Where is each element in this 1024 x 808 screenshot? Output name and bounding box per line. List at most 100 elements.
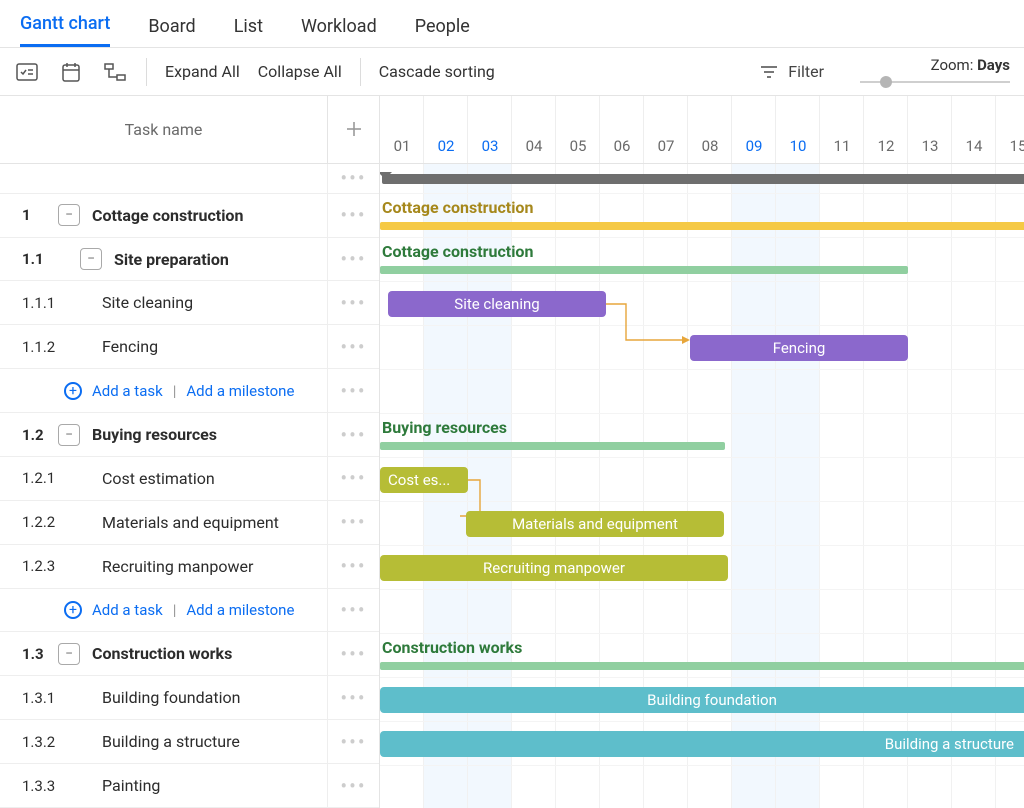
task-number: 1.3.1 [0,689,58,707]
row-more-icon[interactable]: ••• [327,720,379,763]
tab-list[interactable]: List [234,16,263,47]
collapse-toggle[interactable]: − [58,424,80,446]
gantt-chart-area[interactable]: Cottage construction Cottage constructio… [380,164,1024,808]
add-milestone-link[interactable]: Add a milestone [186,382,294,400]
day-label: 08 [688,137,732,155]
task-name: Construction works [92,644,327,663]
tab-gantt-chart[interactable]: Gantt chart [20,13,110,47]
filter-button[interactable]: Filter [760,62,824,81]
gantt-row: Fencing [380,326,1024,370]
row-more-icon[interactable]: ••• [327,501,379,544]
gantt-row: Construction works [380,634,1024,678]
task-row[interactable]: 1.3.3 Painting ••• [0,764,379,808]
task-row[interactable]: 1.2.3 Recruiting manpower ••• [0,545,379,589]
gantt-row [380,370,1024,414]
day-label: 10 [776,137,820,155]
add-task-row: + Add a task | Add a milestone ••• [0,369,379,413]
task-row[interactable]: 1.3.2 Building a structure ••• [0,720,379,764]
task-number: 1.3.3 [0,777,58,795]
task-number: 1.1 [0,250,58,268]
tab-people[interactable]: People [415,16,470,47]
plus-icon [344,119,364,139]
gantt-row [380,164,1024,194]
task-number: 1.2.3 [0,557,58,575]
summary-bar[interactable] [380,266,908,274]
toolbar: Expand All Collapse All Cascade sorting … [0,48,1024,96]
task-bar[interactable]: Fencing [690,335,908,361]
row-more-icon[interactable]: ••• [327,281,379,324]
task-row[interactable]: 1.2.2 Materials and equipment ••• [0,501,379,545]
cascade-sorting-button[interactable]: Cascade sorting [379,62,495,81]
day-label: 06 [600,137,644,155]
row-more-icon[interactable]: ••• [327,589,379,632]
zoom-label: Zoom: Days [931,56,1010,74]
hierarchy-icon[interactable] [102,59,128,85]
checklist-icon[interactable] [14,59,40,85]
row-more-icon[interactable]: ••• [327,545,379,588]
task-bar[interactable]: Building a structure [380,731,1024,757]
zoom-control: Zoom: Days [860,56,1010,88]
task-bar[interactable]: Materials and equipment [466,511,724,537]
task-number: 1.2.2 [0,513,58,531]
row-more-icon[interactable]: ••• [327,413,379,456]
task-row[interactable]: 1.1.2 Fencing ••• [0,325,379,369]
row-more-icon[interactable]: ••• [327,194,379,237]
task-row[interactable]: 1.1 − Site preparation ••• [0,238,379,282]
collapse-all-button[interactable]: Collapse All [258,62,342,81]
task-name: Buying resources [92,425,327,444]
plus-circle-icon: + [64,382,82,400]
day-label: 01 [380,137,424,155]
add-milestone-link[interactable]: Add a milestone [186,601,294,619]
zoom-slider-thumb[interactable] [880,76,892,88]
gantt-row: Cost es... [380,458,1024,502]
summary-bar[interactable] [380,662,1024,670]
task-row[interactable]: 1 − Cottage construction ••• [0,194,379,238]
task-row[interactable]: 1.3.1 Building foundation ••• [0,676,379,720]
collapse-toggle[interactable]: − [80,248,102,270]
filter-label: Filter [788,62,824,81]
task-bar[interactable]: Cost es... [380,467,468,493]
row-more-icon[interactable]: ••• [327,238,379,281]
add-column-button[interactable] [328,96,379,163]
task-number: 1.1.2 [0,338,58,356]
task-row[interactable]: 1.2.1 Cost estimation ••• [0,457,379,501]
row-more-icon[interactable]: ••• [327,676,379,719]
calendar-settings-icon[interactable] [58,59,84,85]
row-more-icon[interactable]: ••• [327,632,379,675]
row-more-icon[interactable]: ••• [327,457,379,500]
collapse-toggle[interactable]: − [58,643,80,665]
add-task-link[interactable]: Add a task [92,382,163,400]
expand-all-button[interactable]: Expand All [165,62,240,81]
task-bar[interactable]: Site cleaning [388,291,606,317]
summary-label: Cottage construction [382,198,533,217]
task-name: Materials and equipment [102,513,327,532]
row-more-icon[interactable]: ••• [327,325,379,368]
task-bar[interactable]: Building foundation [380,687,1024,713]
tab-workload[interactable]: Workload [301,16,377,47]
task-list-panel: Task name ••• 1 − Cottage construction •… [0,96,380,808]
filter-icon [760,65,778,79]
add-task-link[interactable]: Add a task [92,601,163,619]
day-label: 04 [512,137,556,155]
row-more-icon[interactable]: ••• [327,164,379,193]
row-more-icon[interactable]: ••• [327,764,379,807]
day-label: 15 [996,137,1024,155]
tab-board[interactable]: Board [148,16,195,47]
timeline-header: 010203040506070809101112131415 [380,96,1024,164]
task-row[interactable]: 1.2 − Buying resources ••• [0,413,379,457]
plus-circle-icon: + [64,601,82,619]
summary-bar[interactable] [380,222,1024,230]
gantt-row: Materials and equipment [380,502,1024,546]
task-name: Cost estimation [102,469,327,488]
zoom-slider[interactable] [860,76,1010,88]
row-more-icon[interactable]: ••• [327,369,379,412]
summary-bar[interactable] [380,442,725,450]
task-number: 1.3 [0,645,58,663]
task-bar[interactable]: Recruiting manpower [380,555,728,581]
collapse-toggle[interactable]: − [58,204,80,226]
project-range-bar[interactable] [382,174,1024,184]
task-name: Recruiting manpower [102,557,327,576]
gantt-row: Cottage construction [380,238,1024,282]
task-row[interactable]: 1.3 − Construction works ••• [0,632,379,676]
task-row[interactable]: 1.1.1 Site cleaning ••• [0,281,379,325]
